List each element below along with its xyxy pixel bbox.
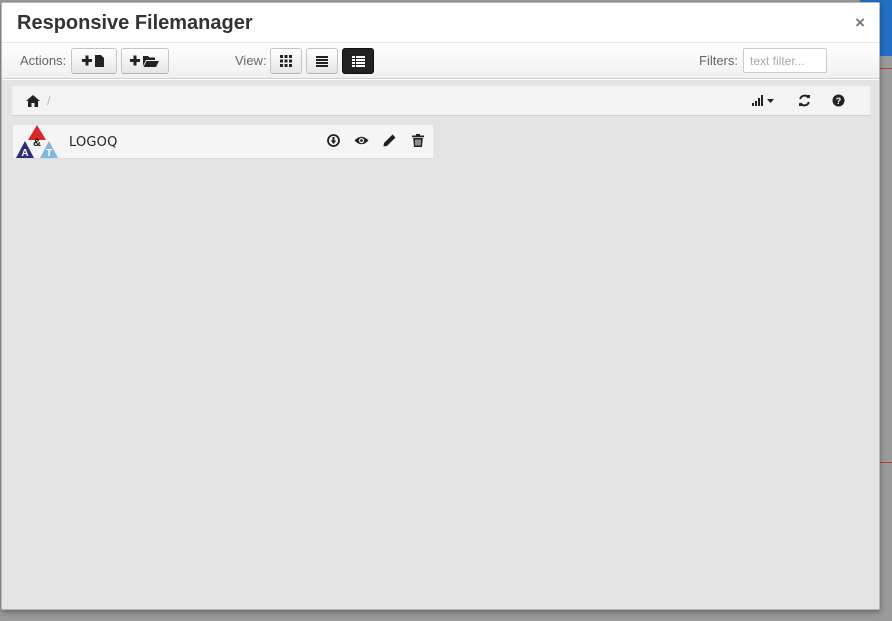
close-button[interactable]: × bbox=[855, 13, 865, 33]
upload-file-button[interactable] bbox=[71, 48, 117, 74]
new-folder-button[interactable] bbox=[121, 48, 169, 74]
file-row[interactable]: & A T LOGOQ bbox=[13, 125, 433, 159]
rename-pencil-icon[interactable] bbox=[383, 134, 396, 152]
filters-label: Filters: bbox=[699, 53, 738, 68]
signal-sort-icon bbox=[752, 95, 774, 106]
sort-dropdown-button[interactable] bbox=[752, 94, 776, 112]
view-label: View: bbox=[235, 53, 267, 68]
list-icon bbox=[316, 55, 328, 67]
filemanager-modal: Responsive Filemanager × Actions: View: bbox=[1, 2, 880, 610]
actions-label: Actions: bbox=[20, 53, 67, 68]
download-icon[interactable] bbox=[327, 134, 340, 152]
background-divider bbox=[880, 68, 892, 69]
help-icon[interactable]: ? bbox=[832, 94, 845, 112]
file-browser-area: / ? & A T LOGOQ bbox=[2, 80, 879, 609]
modal-header: Responsive Filemanager × bbox=[2, 3, 879, 43]
preview-eye-icon[interactable] bbox=[354, 134, 369, 152]
view-list-button[interactable] bbox=[306, 48, 338, 74]
breadcrumb: / ? bbox=[12, 86, 870, 116]
grid-icon bbox=[280, 55, 292, 67]
file-thumbnail: & A T bbox=[15, 125, 59, 159]
thumb-letter-amp: & bbox=[33, 137, 41, 149]
plus-file-icon bbox=[82, 55, 104, 67]
view-boxes-button[interactable] bbox=[270, 48, 302, 74]
text-filter-input[interactable] bbox=[743, 48, 827, 73]
modal-title: Responsive Filemanager bbox=[17, 12, 253, 34]
thumb-letter-t: T bbox=[46, 148, 52, 159]
view-columns-button[interactable] bbox=[342, 48, 374, 74]
plus-folder-icon bbox=[130, 55, 159, 67]
home-icon[interactable] bbox=[26, 94, 40, 112]
toolbar: Actions: View: Filters: text filter... bbox=[2, 43, 879, 79]
file-name[interactable]: LOGOQ bbox=[69, 135, 118, 150]
delete-trash-icon[interactable] bbox=[412, 134, 424, 152]
background-divider bbox=[880, 462, 892, 463]
thumb-letter-a: A bbox=[21, 148, 28, 159]
columns-list-icon bbox=[351, 55, 365, 67]
refresh-icon[interactable] bbox=[798, 94, 811, 112]
svg-text:?: ? bbox=[836, 96, 842, 106]
breadcrumb-separator: / bbox=[47, 93, 51, 108]
